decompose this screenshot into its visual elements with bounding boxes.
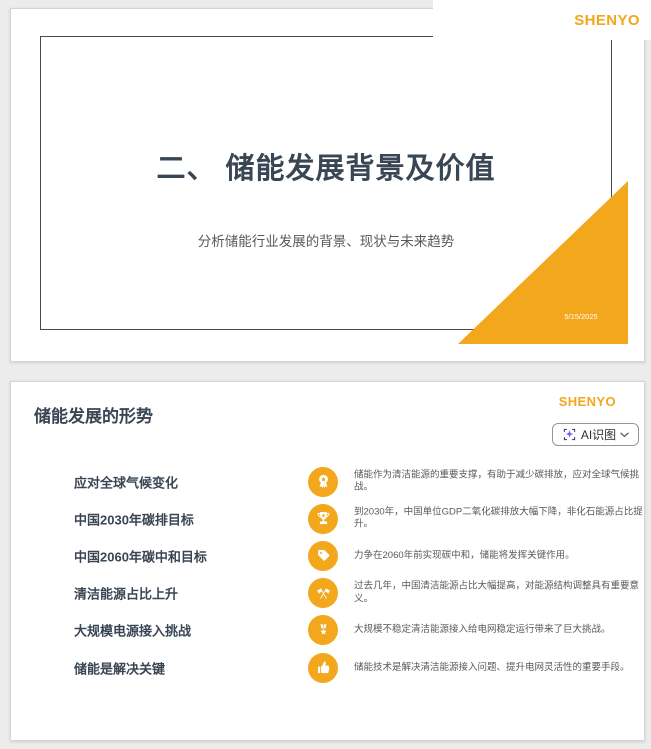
- trophy-icon: [308, 503, 338, 534]
- slide-1-title-slide[interactable]: 二、 储能发展背景及价值 分析储能行业发展的背景、现状与未来趋势 5/15/20…: [10, 8, 645, 362]
- logo-chip: SHENYO: [433, 0, 651, 40]
- chevron-down-icon[interactable]: [620, 432, 629, 438]
- item-description: 储能技术是解决清洁能源接入问题、提升电网灵活性的重要手段。: [354, 661, 630, 673]
- item-description: 大规模不稳定清洁能源接入给电网稳定运行带来了巨大挑战。: [354, 624, 611, 636]
- price-tag-icon: [308, 540, 338, 571]
- item-label: 中国2060年碳中和目标: [74, 549, 207, 565]
- slide-date: 5/15/2025: [564, 312, 598, 321]
- thumbs-up-icon: [308, 652, 338, 683]
- item-label: 应对全球气候变化: [74, 475, 179, 491]
- list-item: 储能是解决关键 储能技术是解决清洁能源接入问题、提升电网灵活性的重要手段。: [11, 649, 644, 686]
- page-title: 储能发展的形势: [34, 407, 153, 426]
- brand-logo: SHENYO: [558, 394, 616, 409]
- item-description: 到2030年，中国单位GDP二氧化碳排放大幅下降，非化石能源占比提升。: [354, 506, 643, 530]
- item-description: 过去几年，中国清洁能源占比大幅提高，对能源结构调整具有重要意义。: [354, 580, 640, 605]
- slide-2-content-slide[interactable]: 储能发展的形势 SHENYO AI识图 应对全球气候变化 储能作为清洁能源的重要…: [10, 381, 645, 741]
- list-item: 中国2030年碳排目标 到2030年，中国单位GDP二氧化碳排放大幅下降，非化石…: [11, 500, 644, 537]
- item-label: 清洁能源占比上升: [74, 586, 179, 602]
- ai-button-label: AI识图: [580, 428, 617, 442]
- list-item: 应对全球气候变化 储能作为清洁能源的重要支撑，有助于减少碳排放，应对全球气候挑战…: [11, 463, 644, 500]
- brand-logo: SHENYO: [574, 11, 640, 29]
- item-label: 中国2030年碳排目标: [74, 512, 194, 528]
- item-description: 力争在2060年前实现碳中和，储能将发挥关键作用。: [354, 549, 575, 561]
- crossed-flags-icon: [308, 578, 338, 609]
- item-label: 大规模电源接入挑战: [74, 623, 192, 639]
- award-ribbon-icon: [308, 466, 338, 497]
- item-label: 储能是解决关键: [74, 661, 166, 677]
- ai-recognize-button[interactable]: AI识图: [552, 423, 639, 446]
- ai-scan-sparkle-icon: [563, 428, 575, 441]
- item-description: 储能作为清洁能源的重要支撑，有助于减少碳排放，应对全球气候挑战。: [354, 469, 640, 493]
- list-item: 中国2060年碳中和目标 力争在2060年前实现碳中和，储能将发挥关键作用。: [11, 537, 644, 574]
- list-item: 大规模电源接入挑战 大规模不稳定清洁能源接入给电网稳定运行带来了巨大挑战。: [11, 612, 644, 649]
- list-item: 清洁能源占比上升 过去几年，中国清洁能源占比大幅提高，对能源结构调整具有重要意义…: [11, 575, 644, 612]
- feature-list: 应对全球气候变化 储能作为清洁能源的重要支撑，有助于减少碳排放，应对全球气候挑战…: [11, 463, 644, 686]
- medal-icon: [308, 615, 338, 646]
